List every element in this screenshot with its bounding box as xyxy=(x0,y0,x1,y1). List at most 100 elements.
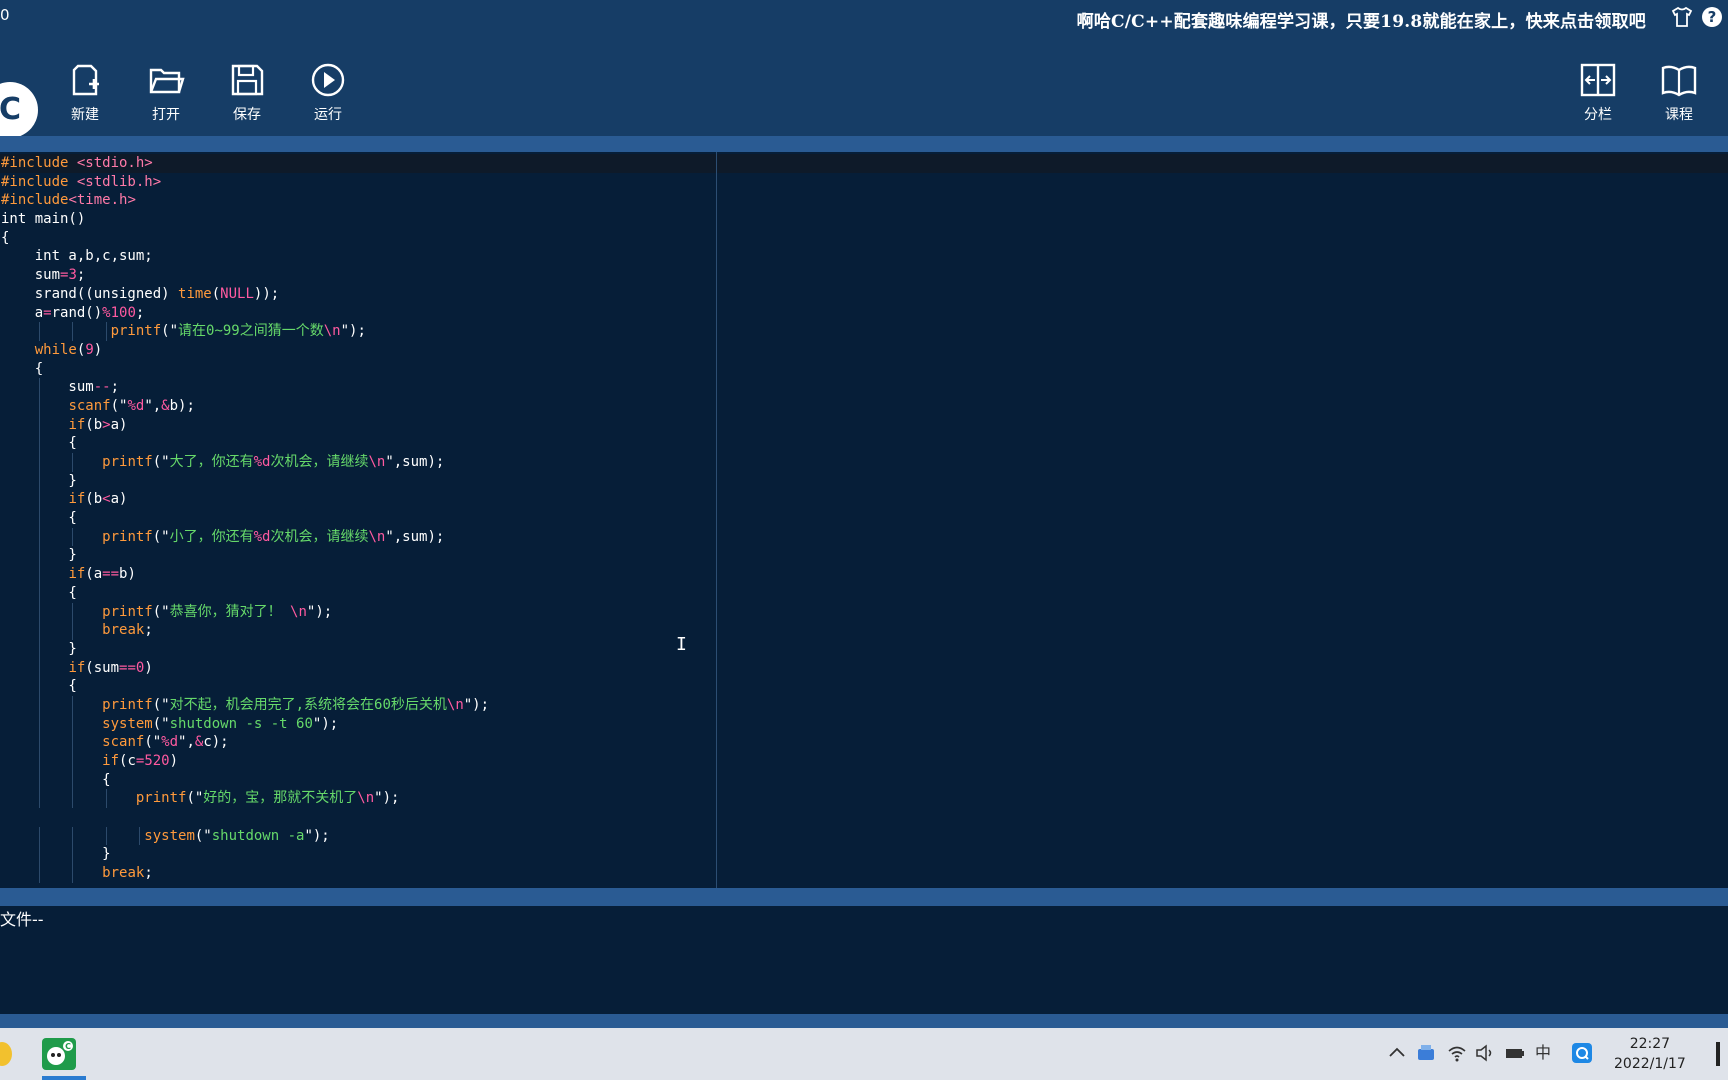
code-line[interactable]: } xyxy=(1,845,489,865)
book-icon xyxy=(1661,65,1697,97)
code-line[interactable]: { xyxy=(1,434,489,453)
code-line[interactable]: break; xyxy=(1,621,489,640)
code-line[interactable]: printf("请在0~99之间猜一个数\n"); xyxy=(1,322,489,341)
code-token: == xyxy=(119,659,136,676)
clock-time: 22:27 xyxy=(1629,1036,1671,1052)
code-line[interactable] xyxy=(1,808,489,827)
code-token: <stdlib.h> xyxy=(76,173,162,190)
app-logo: C xyxy=(0,82,38,138)
code-token: "); xyxy=(463,696,490,713)
aha-c-taskbar-icon[interactable]: C xyxy=(42,1038,76,1070)
code-token: (" xyxy=(110,397,128,414)
code-line[interactable]: #include <stdlib.h> xyxy=(1,173,489,192)
code-line[interactable]: } xyxy=(1,471,489,491)
code-line[interactable]: { xyxy=(1,360,489,379)
code-line[interactable]: int a,b,c,sum; xyxy=(1,247,489,266)
code-token: 大了，你还有 xyxy=(169,454,254,470)
shirt-icon[interactable] xyxy=(1670,5,1694,29)
code-token: "); xyxy=(306,603,333,620)
code-line[interactable]: if(c=520) xyxy=(1,752,489,771)
promo-banner[interactable]: 啊哈C/C++配套趣味编程学习课，只要19.8就能在家上，快来点击领取吧 xyxy=(1077,7,1646,32)
code-line[interactable]: if(b<a) xyxy=(1,490,489,510)
volume-icon[interactable] xyxy=(1474,1042,1496,1064)
code-line[interactable]: { xyxy=(1,509,489,528)
code-token: srand((unsigned) xyxy=(1,285,179,302)
code-line[interactable]: printf("对不起，机会用完了,系统将会在60秒后关机\n"); xyxy=(1,695,490,715)
code-token: #include xyxy=(1,173,77,190)
right-pane[interactable] xyxy=(717,152,1728,888)
code-line[interactable]: printf("恭喜你，猜对了！ \n"); xyxy=(1,602,489,622)
code-line[interactable]: system("shutdown -s -t 60"); xyxy=(1,714,489,734)
code-line[interactable]: break; xyxy=(1,864,489,883)
code-token: ) xyxy=(93,341,103,358)
code-token: ; xyxy=(110,379,120,396)
code-line[interactable]: { xyxy=(1,583,489,603)
new-label: 新建 xyxy=(71,107,99,123)
code-token: sum xyxy=(1,379,94,396)
folder-open-icon xyxy=(149,68,185,94)
code-line[interactable]: { xyxy=(1,770,489,790)
help-icon[interactable]: ? xyxy=(1700,5,1724,29)
wifi-icon[interactable] xyxy=(1446,1042,1468,1064)
taskbar-app-partial-icon[interactable] xyxy=(0,1042,12,1066)
code-token: ; xyxy=(144,865,153,882)
course-label: 课程 xyxy=(1665,107,1693,123)
code-line[interactable]: { xyxy=(1,229,489,248)
window-title: 0 xyxy=(0,6,10,24)
code-line[interactable]: if(sum==0) xyxy=(1,658,489,678)
code-pane[interactable]: #include <stdio.h> #include <stdlib.h> #in… xyxy=(0,152,716,888)
code-token: printf xyxy=(110,323,162,340)
code-token: 请在0~99之间猜一个数 xyxy=(178,323,324,340)
code-line[interactable]: } xyxy=(1,546,489,566)
code-line[interactable]: while(9) xyxy=(1,341,489,360)
code-line[interactable]: int main() xyxy=(1,210,489,229)
code-editor[interactable]: #include <stdio.h> #include <stdlib.h> #in… xyxy=(0,152,1728,888)
active-app-indicator xyxy=(42,1076,86,1080)
code-token: system xyxy=(102,715,153,732)
code-token: a xyxy=(1,304,44,321)
code-line[interactable]: sum--; xyxy=(1,378,489,397)
code-line[interactable]: srand((unsigned) time(NULL)); xyxy=(1,285,489,304)
code-line[interactable]: printf("好的，宝，那就不关机了\n"); xyxy=(1,789,489,809)
code-line[interactable]: system("shutdown -a"); xyxy=(1,826,489,846)
code-line[interactable]: if(b>a) xyxy=(1,415,489,435)
code-line[interactable]: printf("大了，你还有%d次机会，请继续\n",sum); xyxy=(1,453,489,472)
code-line[interactable]: sum=3; xyxy=(1,266,489,285)
code-token: rand() xyxy=(51,304,103,321)
chevron-up-icon[interactable] xyxy=(1386,1042,1408,1064)
system-clock[interactable]: 22:27 2022/1/17 xyxy=(1614,1034,1686,1074)
code-token: { xyxy=(1,229,10,246)
code-token: % xyxy=(102,304,111,321)
code-token: if xyxy=(68,659,86,676)
code-token: (c xyxy=(119,753,136,769)
save-disk-icon xyxy=(231,64,264,96)
code-token: %d xyxy=(127,397,145,414)
code-line[interactable]: printf("小了，你还有%d次机会，请继续\n",sum); xyxy=(1,527,489,547)
code-line[interactable]: scanf("%d",&b); xyxy=(1,396,489,416)
code-line[interactable]: { xyxy=(1,677,489,696)
code-token: \n xyxy=(446,696,464,713)
network-drive-icon[interactable] xyxy=(1415,1042,1437,1064)
battery-icon[interactable] xyxy=(1504,1042,1526,1064)
code-line[interactable]: a=rand()%100; xyxy=(1,304,489,323)
code-line[interactable]: scanf("%d",&c); xyxy=(1,733,489,752)
code-token: NULL xyxy=(220,285,254,302)
ime-indicator[interactable]: 中 xyxy=(1535,1042,1557,1064)
code-line[interactable]: #include <stdio.h> xyxy=(1,154,489,173)
code-line[interactable]: if(a==b) xyxy=(1,565,489,584)
code-token: = xyxy=(43,304,52,321)
show-desktop-button[interactable] xyxy=(1716,1042,1720,1066)
title-bar: 0 啊哈C/C++配套趣味编程学习课，只要19.8就能在家上，快来点击领取吧 ? xyxy=(0,0,1728,34)
code-token: <stdio.h> xyxy=(76,155,153,171)
code-token: 100 xyxy=(110,304,136,321)
code-line[interactable]: #include<time.h> xyxy=(1,191,489,210)
code-token: == xyxy=(102,566,120,583)
code-line[interactable]: } xyxy=(1,639,489,659)
code-token: \n xyxy=(368,528,386,545)
qq-icon[interactable] xyxy=(1571,1042,1593,1064)
